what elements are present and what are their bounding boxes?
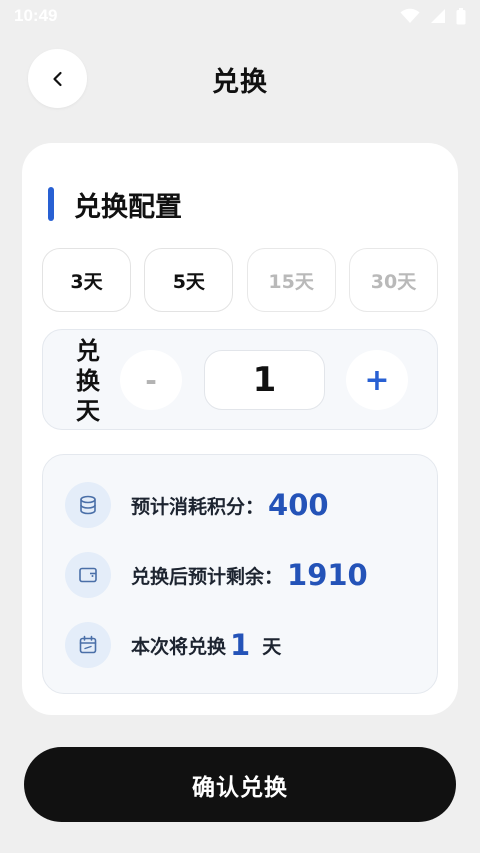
status-icons [400,7,466,25]
day-option-5[interactable]: 5天 [144,248,234,312]
exchange-summary: 预计消耗积分： 400 兑换后预计剩余： 1910 本次将兑换 1 天 [42,454,438,694]
confirm-exchange-button[interactable]: 确认兑换 [24,747,456,822]
battery-icon [456,7,466,24]
wallet-icon [65,552,111,598]
summary-row-cost: 预计消耗积分： 400 [65,482,329,528]
day-option-3[interactable]: 3天 [42,248,131,312]
status-time: 10:49 [14,6,58,25]
increment-button[interactable]: + [346,350,408,410]
summary-days-label: 本次将兑换 [131,635,227,658]
section-title: 兑换配置 [48,186,182,223]
status-bar: 10:49 [0,0,480,32]
section-accent-bar [48,187,54,221]
exchange-config-card: 兑换配置 3天 5天 15天 30天 兑 换 天 - 1 + 预计消耗积分： 4… [22,143,458,715]
summary-remaining-label: 兑换后预计剩余： [131,565,284,588]
page-title: 兑换 [212,67,268,98]
signal-icon [431,9,445,23]
summary-row-days: 本次将兑换 1 天 [65,622,281,668]
summary-days-value: 1 [230,628,251,662]
summary-days-unit: 天 [262,635,282,658]
summary-cost-value: 400 [268,488,329,522]
calendar-icon [65,622,111,668]
database-coins-icon [65,482,111,528]
days-stepper: 兑 换 天 - 1 + [42,329,438,430]
section-title-text: 兑换配置 [74,191,182,223]
summary-remaining-value: 1910 [287,558,368,592]
decrement-button[interactable]: - [120,350,182,410]
day-options: 3天 5天 15天 30天 [42,248,438,312]
day-option-30[interactable]: 30天 [348,248,438,312]
stepper-label: 兑 换 天 [76,337,100,425]
day-option-15[interactable]: 15天 [246,248,336,312]
summary-cost-label: 预计消耗积分： [131,495,265,518]
summary-row-remaining: 兑换后预计剩余： 1910 [65,552,368,598]
days-quantity-field[interactable]: 1 [204,350,325,410]
wifi-icon [400,8,420,23]
